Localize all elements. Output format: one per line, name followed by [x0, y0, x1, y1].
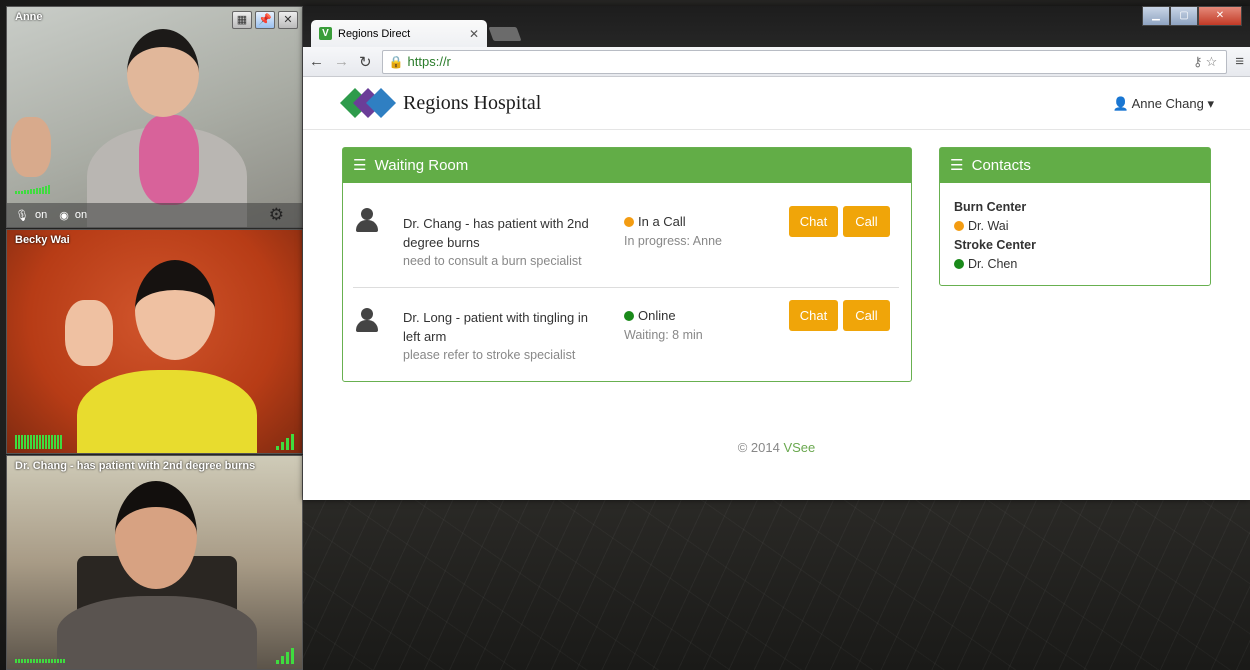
caret-down-icon: ▾ [1207, 96, 1214, 111]
chat-button[interactable]: Chat [789, 206, 838, 237]
panel-header: ☰ Contacts [940, 148, 1210, 183]
user-avatar-icon [356, 308, 378, 332]
tab-close-icon[interactable]: ✕ [469, 27, 479, 41]
panel-title: Waiting Room [374, 157, 469, 174]
site-navbar: Regions Hospital 👤 Anne Chang ▾ [303, 77, 1250, 130]
video-tile-anne[interactable]: Anne ▦ 📌 ✕ 🎙 on ◉ on ⚙ [6, 6, 303, 228]
entry-substatus: In progress: Anne [624, 234, 722, 248]
contact-name: Dr. Chen [968, 257, 1018, 271]
vsee-link[interactable]: VSee [783, 440, 815, 455]
entry-title: Dr. Long - patient with tingling in left… [403, 310, 588, 344]
video-call-panel: Anne ▦ 📌 ✕ 🎙 on ◉ on ⚙ Becky Wai Dr. Cha… [6, 6, 303, 670]
url-text: https://r [407, 54, 451, 69]
close-window-button[interactable]: ✕ [1198, 6, 1242, 26]
entry-note: need to consult a burn specialist [403, 254, 582, 268]
browser-tab[interactable]: V Regions Direct ✕ [311, 20, 487, 47]
minimize-button[interactable]: ▁ [1142, 6, 1170, 26]
contacts-list: Burn Center Dr. Wai Stroke Center Dr. Ch… [940, 183, 1210, 289]
window-controls: ▁ ▢ ✕ [1142, 6, 1242, 26]
maximize-button[interactable]: ▢ [1170, 6, 1198, 26]
brand-name[interactable]: Regions Hospital [403, 92, 541, 115]
status-dot-icon [954, 221, 964, 231]
entry-status: In a Call [624, 214, 686, 229]
chat-button[interactable]: Chat [789, 300, 838, 331]
entry-substatus: Waiting: 8 min [624, 328, 703, 342]
browser-toolbar: ← → ↻ 🔒 https://r ⚷☆ ≡ [303, 47, 1250, 77]
scarf [139, 115, 199, 205]
camera-status: on [74, 209, 88, 221]
person-head [127, 29, 199, 117]
browser-titlebar: V Regions Direct ✕ ▁ ▢ ✕ [303, 6, 1250, 47]
user-icon: 👤 [1112, 96, 1129, 111]
back-icon[interactable]: ← [309, 53, 324, 70]
participant-name: Becky Wai [15, 234, 70, 246]
browser-window: V Regions Direct ✕ ▁ ▢ ✕ ← → ↻ 🔒 https:/… [303, 6, 1250, 500]
copyright-text: © 2014 [737, 440, 780, 455]
page-footer: © 2014 VSee [303, 440, 1250, 455]
microphone-icon[interactable]: 🎙 [15, 209, 29, 222]
panel-header: ☰ Waiting Room [343, 148, 911, 183]
person-head [135, 260, 215, 360]
list-icon: ☰ [353, 157, 367, 174]
menu-icon[interactable]: ≡ [1235, 53, 1244, 70]
contact-item[interactable]: Dr. Chen [954, 255, 1196, 274]
waving-hand [11, 117, 51, 177]
status-text: In a Call [638, 214, 686, 229]
regions-logo-icon[interactable] [340, 88, 396, 118]
waiting-room-entry: Dr. Long - patient with tingling in left… [343, 288, 911, 382]
video-tile-becky[interactable]: Becky Wai [6, 229, 303, 454]
status-dot-icon [624, 217, 634, 227]
list-icon: ☰ [950, 157, 964, 174]
status-dot-icon [624, 311, 634, 321]
status-text: Online [638, 308, 676, 323]
address-bar[interactable]: 🔒 https://r ⚷☆ [381, 49, 1228, 74]
panel-title: Contacts [971, 157, 1031, 174]
pin-icon[interactable]: 📌 [255, 11, 275, 29]
key-star-icons[interactable]: ⚷☆ [1193, 54, 1220, 70]
forward-icon[interactable]: → [334, 53, 349, 70]
signal-strength-icon [276, 434, 294, 450]
signal-strength-icon [276, 648, 294, 664]
person-head [115, 481, 197, 589]
camera-icon[interactable]: ◉ [59, 209, 69, 222]
contacts-panel: ☰ Contacts Burn Center Dr. Wai Stroke Ce… [939, 147, 1211, 286]
person-silhouette [57, 596, 257, 669]
lock-icon: 🔒 [388, 54, 404, 69]
waiting-room-panel: ☰ Waiting Room Dr. Chang - has patient w… [342, 147, 912, 382]
contact-item[interactable]: Dr. Wai [954, 217, 1196, 236]
participant-name: Anne [15, 11, 43, 23]
close-icon[interactable]: ✕ [278, 11, 298, 29]
contact-group-label: Stroke Center [954, 238, 1036, 252]
video-window-controls: ▦ 📌 ✕ [232, 11, 298, 29]
call-button[interactable]: Call [843, 206, 890, 237]
entry-status: Online [624, 308, 676, 323]
mic-status: on [34, 209, 48, 221]
user-menu[interactable]: 👤 Anne Chang ▾ [1112, 96, 1214, 112]
person-silhouette [77, 370, 257, 453]
reload-icon[interactable]: ↻ [359, 53, 372, 71]
call-button[interactable]: Call [843, 300, 890, 331]
favicon-icon: V [319, 27, 332, 40]
user-name: Anne Chang [1131, 96, 1204, 111]
waiting-room-entry: Dr. Chang - has patient with 2nd degree … [343, 184, 911, 278]
video-tile-dr-chang[interactable]: Dr. Chang - has patient with 2nd degree … [6, 455, 303, 670]
user-avatar-icon [356, 208, 378, 232]
status-dot-icon [954, 259, 964, 269]
gear-icon[interactable]: ⚙ [269, 205, 284, 225]
entry-title: Dr. Chang - has patient with 2nd degree … [403, 216, 589, 250]
entry-note: please refer to stroke specialist [403, 348, 576, 362]
layout-grid-icon[interactable]: ▦ [232, 11, 252, 29]
waving-hand [65, 300, 113, 366]
audio-level-meter [15, 435, 62, 449]
participant-name: Dr. Chang - has patient with 2nd degree … [15, 460, 256, 472]
tab-title: Regions Direct [338, 27, 411, 40]
local-video-toolbar: 🎙 on ◉ on ⚙ [7, 203, 302, 227]
audio-level-meter [15, 185, 50, 194]
page-content: Regions Hospital 👤 Anne Chang ▾ ☰ Waitin… [303, 77, 1250, 500]
contact-group-label: Burn Center [954, 200, 1027, 214]
new-tab-button[interactable] [488, 27, 522, 41]
contact-name: Dr. Wai [968, 219, 1009, 233]
audio-level-meter [15, 659, 65, 663]
